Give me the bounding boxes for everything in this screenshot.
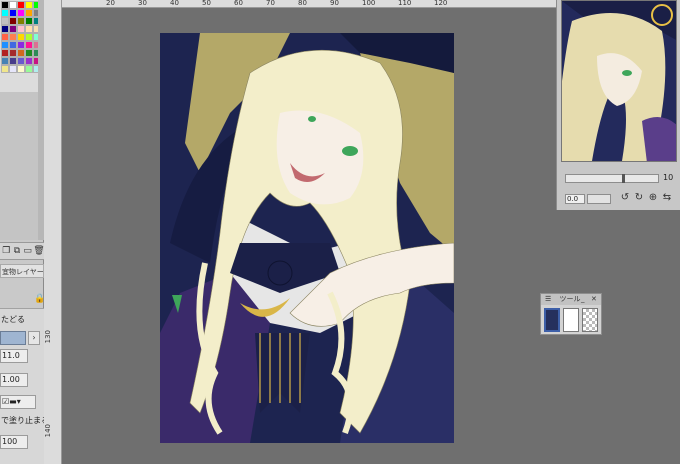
- menu-icon[interactable]: ☰: [545, 295, 551, 303]
- color-swatch[interactable]: [17, 57, 25, 65]
- layer-action-icons: ❐ ⧉ ▭ 🗑: [0, 242, 45, 260]
- h-tick: 50: [202, 0, 211, 7]
- zoom-slider-knob[interactable]: [622, 174, 625, 183]
- color-swatch[interactable]: [25, 1, 33, 9]
- color-swatch[interactable]: [25, 9, 33, 17]
- size-expand-icon[interactable]: ›: [28, 331, 40, 345]
- navigator-thumbnail[interactable]: [561, 0, 677, 162]
- horizontal-ruler: 20 30 40 50 60 70 80 90 100 110 120: [62, 0, 556, 8]
- folder-icon[interactable]: ▭: [23, 245, 32, 257]
- h-tick: 100: [362, 0, 376, 7]
- new-layer-icon[interactable]: ❐: [2, 245, 11, 257]
- color-swatch[interactable]: [17, 49, 25, 57]
- color-swatch[interactable]: [1, 49, 9, 57]
- color-swatch[interactable]: [9, 33, 17, 41]
- h-tick: 60: [234, 0, 243, 7]
- color-swatch[interactable]: [17, 25, 25, 33]
- color-swatch[interactable]: [25, 57, 33, 65]
- color-swatch[interactable]: [1, 57, 9, 65]
- palette-empty-area: [0, 92, 42, 240]
- color-swatch[interactable]: [9, 41, 17, 49]
- zoom-slider[interactable]: [565, 174, 659, 183]
- color-swatch[interactable]: [9, 65, 17, 73]
- color-swatch[interactable]: [9, 1, 17, 9]
- trash-icon[interactable]: 🗑: [33, 245, 44, 257]
- minimize-icon[interactable]: _: [581, 294, 585, 305]
- opacity-field[interactable]: 1.00: [0, 373, 28, 387]
- color-swatch[interactable]: [9, 49, 17, 57]
- color-swatch[interactable]: [9, 25, 17, 33]
- h-tick: 40: [170, 0, 179, 7]
- color-swatch[interactable]: [17, 41, 25, 49]
- color-swatch[interactable]: [17, 33, 25, 41]
- navigator-panel: 10 0.0 ↺ ↻ ⊕ ⇆: [556, 0, 680, 210]
- trace-label: たどる: [1, 315, 25, 324]
- flip-icon[interactable]: ⇆: [661, 192, 673, 204]
- color-swatch[interactable]: [25, 65, 33, 73]
- rotation-slider[interactable]: [587, 194, 611, 204]
- drawing-canvas[interactable]: [160, 33, 454, 443]
- color-swatch[interactable]: [1, 25, 9, 33]
- tool-palette-title: ツール: [559, 295, 581, 303]
- h-tick: 110: [398, 0, 412, 7]
- color-swatch[interactable]: [25, 41, 33, 49]
- rotate-left-icon[interactable]: ↺: [619, 192, 631, 204]
- size-field[interactable]: 11.0: [0, 349, 28, 363]
- color-swatch[interactable]: [9, 9, 17, 17]
- color-swatch[interactable]: [1, 9, 9, 17]
- extra-value-field[interactable]: 100: [0, 435, 28, 449]
- color-swatch[interactable]: [17, 1, 25, 9]
- navigator-preview-image: [562, 1, 676, 161]
- color-swatch[interactable]: [1, 41, 9, 49]
- vertical-ruler: 130 140: [44, 0, 62, 464]
- color-palette[interactable]: [0, 0, 42, 92]
- color-swatch[interactable]: [25, 25, 33, 33]
- transparent-color-swatch[interactable]: [582, 308, 598, 332]
- color-swatch[interactable]: [1, 65, 9, 73]
- color-swatch[interactable]: [17, 65, 25, 73]
- app-window: ❐ ⧉ ▭ 🗑 宜物レイヤーを 🔒 たどる › 11.0 1.00 ☑▬▾ で塗…: [0, 0, 680, 464]
- color-swatch[interactable]: [1, 17, 9, 25]
- color-swatch[interactable]: [17, 17, 25, 25]
- color-swatch[interactable]: [9, 17, 17, 25]
- v-tick: 140: [44, 424, 52, 438]
- zoom-value: 10: [663, 173, 674, 182]
- color-swatch[interactable]: [17, 9, 25, 17]
- color-swatch[interactable]: [25, 49, 33, 57]
- navigator-controls: 10 0.0 ↺ ↻ ⊕ ⇆: [561, 170, 677, 208]
- fill-stop-label: で塗り止まる: [1, 416, 49, 425]
- rotate-right-icon[interactable]: ↻: [633, 192, 645, 204]
- copy-icon[interactable]: ⧉: [13, 245, 22, 257]
- tool-palette-header[interactable]: ☰ ツール _ ✕: [541, 294, 601, 305]
- color-swatch[interactable]: [25, 33, 33, 41]
- layer-note[interactable]: 宜物レイヤーを: [0, 264, 44, 278]
- fill-mode-select[interactable]: ☑▬▾: [0, 395, 36, 409]
- color-swatch[interactable]: [1, 1, 9, 9]
- h-tick: 80: [298, 0, 307, 7]
- h-tick: 30: [138, 0, 147, 7]
- color-swatch[interactable]: [9, 57, 17, 65]
- color-swatch[interactable]: [25, 17, 33, 25]
- v-tick: 130: [44, 330, 52, 344]
- foreground-color-swatch[interactable]: [544, 308, 560, 332]
- rotation-angle-field[interactable]: 0.0: [565, 194, 585, 204]
- h-tick: 20: [106, 0, 115, 7]
- artwork-illustration: [160, 33, 454, 443]
- h-tick: 70: [266, 0, 275, 7]
- color-swatch[interactable]: [1, 33, 9, 41]
- brush-slider[interactable]: [0, 331, 26, 345]
- reset-rotation-icon[interactable]: ⊕: [647, 192, 659, 204]
- background-color-swatch[interactable]: [563, 308, 579, 332]
- color-tool-palette: ☰ ツール _ ✕: [540, 293, 602, 335]
- close-icon[interactable]: ✕: [591, 294, 597, 305]
- h-tick: 120: [434, 0, 448, 7]
- h-tick: 90: [330, 0, 339, 7]
- left-panel: ❐ ⧉ ▭ 🗑 宜物レイヤーを 🔒 たどる › 11.0 1.00 ☑▬▾ で塗…: [0, 0, 49, 464]
